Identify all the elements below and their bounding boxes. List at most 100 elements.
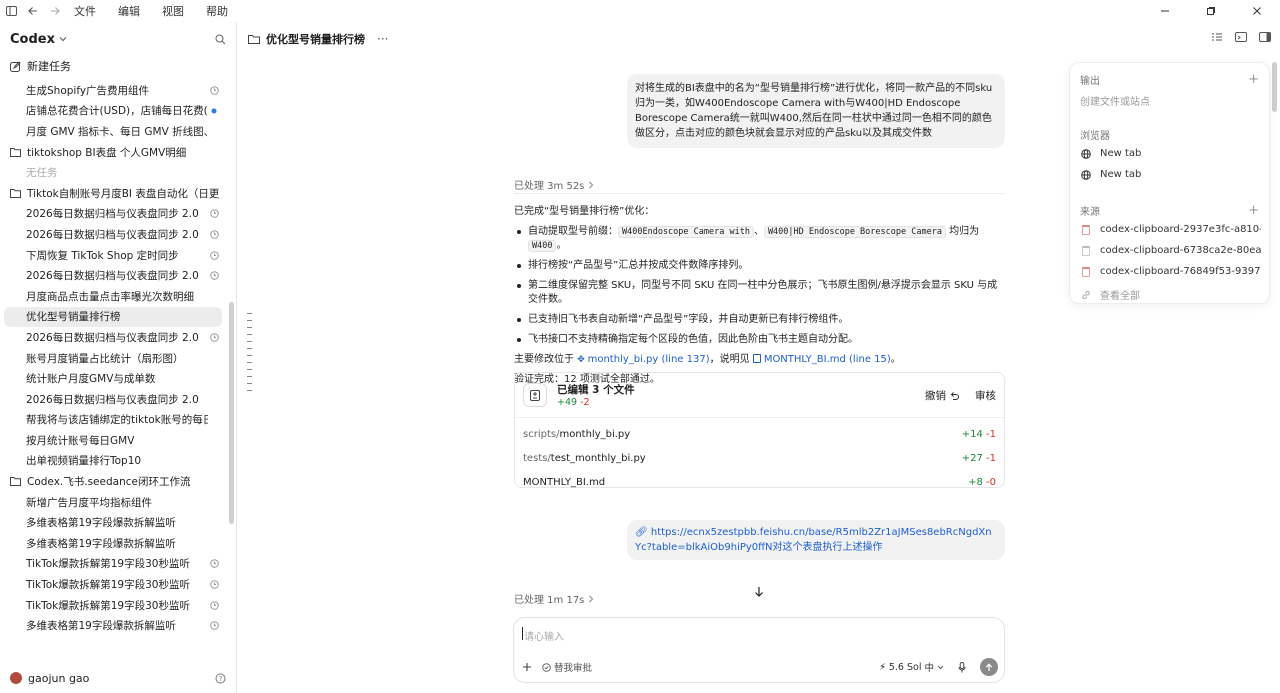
task-item[interactable]: 店铺总花费合计(USD)，店铺每日花费(USD) [0, 101, 230, 122]
task-item[interactable]: 2026每日数据归档与仪表盘同步 2.0 [0, 327, 230, 348]
source-item[interactable]: codex-clipboard-2937e3fc-a810-4495- [1080, 224, 1261, 235]
task-item[interactable]: 生成Shopify广告费用组件 [0, 80, 230, 101]
task-item[interactable]: 账号月度销量占比统计（扇形图） [0, 348, 230, 369]
edited-file-row[interactable]: MONTHLY_BI.md +8 -0 [515, 470, 1004, 494]
task-item[interactable]: 月度 GMV 指标卡、每日 GMV 折线图、落地页 [0, 121, 230, 142]
composer[interactable]: 请心输入 替我审批 ⚡︎ 5.6 Sol 中 [513, 617, 1005, 683]
output-section-title: 输出 [1080, 76, 1100, 87]
terminal-icon[interactable] [1234, 30, 1248, 44]
list-view-icon[interactable] [1210, 30, 1224, 44]
menu-view[interactable]: 视图 [162, 3, 184, 19]
assistant-reply: 已完成“型号销量排行榜”优化： 自动提取型号前缀： W400Endoscope C… [514, 205, 1005, 393]
help-icon[interactable]: ? [215, 673, 226, 684]
chevron-down-icon[interactable] [59, 36, 67, 42]
menu-edit[interactable]: 编辑 [118, 3, 140, 19]
menu-file[interactable]: 文件 [74, 3, 96, 19]
lightning-icon: ⚡︎ [879, 661, 886, 673]
user-footer[interactable]: gaojun gao ? [0, 663, 236, 693]
source-item[interactable]: codex-clipboard-6738ca2e-80ea-4ba5- [1080, 245, 1261, 256]
task-item[interactable]: 优化型号销量排行榜 [4, 306, 222, 328]
divider [514, 193, 1005, 194]
task-item[interactable]: TikTok爆款拆解第19字段30秒监听 [0, 574, 230, 595]
approval-mode-button[interactable]: 替我审批 [542, 660, 592, 674]
thread-header: 优化型号销量排行榜 ··· [238, 22, 1280, 56]
processed-label-2: 已处理 1m 17s [514, 595, 585, 606]
app-brand[interactable]: Codex [10, 32, 55, 47]
sidebar-toggle-icon[interactable] [0, 0, 22, 22]
composer-input[interactable]: 请心输入 [524, 628, 564, 643]
source-item[interactable]: codex-clipboard-76849f53-9397-456d- [1080, 266, 1261, 277]
project-folder[interactable]: Tiktok自制账号月度BI 表盘自动化（日更） [0, 183, 230, 204]
clock-icon [208, 209, 220, 219]
sidebar-item-label: Tiktok自制账号月度BI 表盘自动化（日更） [27, 187, 220, 200]
inline-code: W400|HD Endoscope Borescope Camera [763, 226, 946, 238]
link-message-text[interactable]: https://ecnx5zestpbb.feishu.cn/base/R5ml… [635, 527, 992, 553]
file-link-monthly-bi[interactable]: ✥ monthly_bi.py (line 137) [577, 354, 709, 365]
model-selector[interactable]: ⚡︎ 5.6 Sol 中 [879, 660, 944, 674]
task-item[interactable]: 多维表格第19字段爆款拆解监听 [0, 512, 230, 533]
task-item[interactable]: 多维表格第19字段爆款拆解监听 [0, 533, 230, 554]
task-item[interactable]: 出单视频销量排行Top10 [0, 451, 230, 472]
file-name: test_monthly_bi.py [550, 452, 646, 464]
inline-code: W400 [528, 240, 557, 252]
more-options-button[interactable]: ··· [377, 32, 388, 46]
task-item[interactable]: 下周恢复 TikTok Shop 定时同步 [0, 245, 230, 266]
avatar [10, 672, 22, 684]
sidebar-item-label: 无任务 [26, 167, 58, 180]
review-button[interactable]: 审核 [975, 388, 996, 403]
close-icon[interactable] [1234, 0, 1280, 22]
sidebar-item-label: 多维表格第19字段爆款拆解监听 [26, 517, 176, 530]
minimize-icon[interactable] [1142, 0, 1188, 22]
bullet-item: 排行榜按“产品型号”汇总并按成交件数降序排列。 [514, 259, 1005, 273]
task-item[interactable]: 2026每日数据归档与仪表盘同步 2.0 [0, 204, 230, 225]
add-source-icon[interactable]: + [1248, 203, 1259, 218]
menu-help[interactable]: 帮助 [206, 3, 228, 19]
sidebar-item-label: 月度 GMV 指标卡、每日 GMV 折线图、落地页 [26, 125, 208, 138]
add-output-icon[interactable]: + [1248, 72, 1259, 87]
panel-toggle-icon[interactable] [1258, 30, 1272, 44]
task-item[interactable]: 月度商品点击量点击率曝光次数明细 [0, 286, 230, 307]
edited-file-row[interactable]: tests/test_monthly_bi.py +27 -1 [515, 446, 1004, 470]
view-all-link[interactable]: 查看全部 [1080, 287, 1261, 302]
task-item[interactable]: 多维表格第19字段爆款拆解监听 [0, 615, 230, 636]
microphone-icon[interactable] [958, 661, 966, 673]
bullet-item: 已支持旧飞书表自动新增“产品型号”字段，并自动更新已有排行榜组件。 [514, 313, 1005, 327]
image-file-icon [1082, 245, 1090, 256]
scroll-to-bottom-button[interactable] [749, 581, 769, 601]
task-item[interactable]: 新增广告月度平均指标组件 [0, 492, 230, 513]
task-item[interactable]: 帮我将与该店铺绑定的tiktok账号的每日视频上 [0, 410, 230, 431]
browser-tab-item[interactable]: New tab [1080, 169, 1261, 180]
unread-dot-icon [208, 108, 220, 114]
browser-tab-item[interactable]: New tab [1080, 148, 1261, 159]
attach-plus-icon[interactable] [522, 662, 532, 672]
new-task-button[interactable]: 新建任务 [0, 56, 236, 76]
send-button[interactable] [980, 658, 998, 676]
task-item[interactable]: 2026每日数据归档与仪表盘同步 2.0 [0, 265, 230, 286]
task-item[interactable]: TikTok爆款拆解第19字段30秒监听 [0, 595, 230, 616]
project-folder[interactable]: Codex.飞书.seedance闭环工作流 [0, 471, 230, 492]
restore-icon[interactable] [1188, 0, 1234, 22]
sidebar-scrollbar[interactable] [229, 302, 234, 524]
undo-button[interactable]: 撤销 [925, 388, 959, 403]
task-item[interactable]: 按月统计账号每日GMV [0, 430, 230, 451]
back-arrow-icon[interactable] [22, 0, 44, 22]
clock-icon [208, 621, 220, 631]
undo-icon [950, 391, 959, 400]
search-icon[interactable] [215, 34, 226, 45]
reply-intro: 已完成“型号销量排行榜”优化： [514, 206, 655, 217]
sidebar-item-label: 2026每日数据归档与仪表盘同步 2.0 [26, 208, 199, 221]
processed-toggle[interactable]: 已处理 3m 52s [514, 177, 594, 192]
project-folder[interactable]: tiktokshop BI表盘 个人GMV明细 [0, 142, 230, 163]
sidebar-item-label: TikTok爆款拆解第19字段30秒监听 [26, 579, 190, 592]
processed-toggle-2[interactable]: 已处理 1m 17s [514, 591, 594, 606]
file-link-monthly-md[interactable]: MONTHLY_BI.md (line 15) [752, 354, 891, 365]
task-item[interactable]: 2026每日数据归档与仪表盘同步 2.0 [0, 224, 230, 245]
main-scrollbar[interactable] [1272, 62, 1277, 112]
task-item[interactable]: TikTok爆款拆解第19字段30秒监听 [0, 554, 230, 575]
edited-file-row[interactable]: scripts/monthly_bi.py +14 -1 [515, 422, 1004, 446]
sidebar-item-label: 按月统计账号每日GMV [26, 434, 135, 447]
processed-label: 已处理 3m 52s [514, 181, 585, 192]
forward-arrow-icon[interactable] [44, 0, 66, 22]
task-item[interactable]: 2026每日数据归档与仪表盘同步 2.0 [0, 389, 230, 410]
task-item[interactable]: 统计账户月度GMV与成单数 [0, 368, 230, 389]
